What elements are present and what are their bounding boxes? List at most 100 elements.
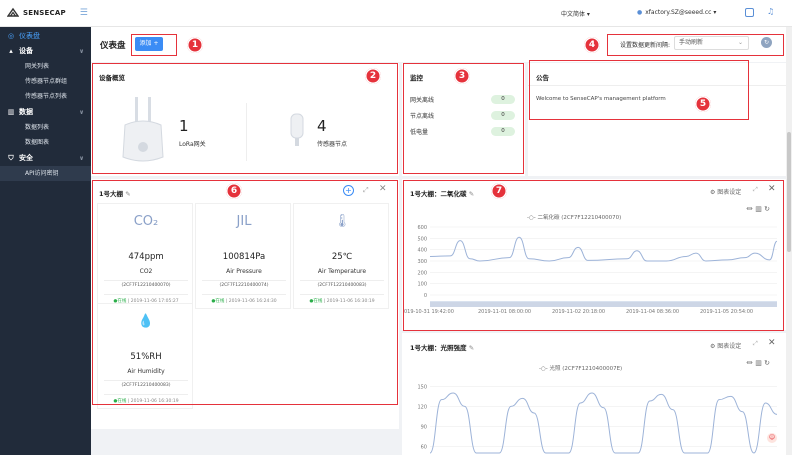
y-tick-label: 120 bbox=[417, 404, 427, 410]
co2-icon: CO₂ bbox=[133, 214, 159, 229]
sidebar-group-security[interactable]: ⛉ 安全 ∨ bbox=[0, 150, 91, 166]
monitor-label: 网关离线 bbox=[410, 97, 435, 104]
y-tick-label: 500 bbox=[417, 236, 427, 242]
expand-icon[interactable]: ⤢ bbox=[753, 340, 758, 348]
y-tick-label: 300 bbox=[417, 259, 427, 265]
sensor-device-id: (2CF7F12210400074) bbox=[219, 283, 269, 288]
widget-title-text: 1号大棚 bbox=[99, 190, 124, 198]
sidebar-group-label: 安全 bbox=[19, 154, 33, 162]
chart-legend[interactable]: -○- 二氧化碳 (2CF7F12210400070) bbox=[527, 213, 621, 221]
light-line-chart: 60 90 120 150 bbox=[417, 384, 778, 454]
bell-icon[interactable]: ♫ bbox=[767, 7, 774, 16]
thermometer-icon: 🌡 bbox=[333, 214, 351, 229]
light-chart-card: 1号大棚：光照强度 ✎ ⚙ 图表设定 ⤢ ✕ -○- 光照 (2CF7F1210… bbox=[402, 333, 786, 455]
edit-icon[interactable]: ✎ bbox=[469, 344, 474, 352]
page-scrollbar-thumb[interactable] bbox=[787, 132, 791, 252]
user-menu[interactable]: ● xfactory.SZ@seeed.cc ▾ bbox=[637, 9, 716, 16]
sensor-status: ●在线 | 2019-11-06 16:24:30 bbox=[211, 299, 277, 304]
monitor-count-badge: 0 bbox=[491, 111, 515, 120]
sensecap-logo-icon bbox=[7, 7, 19, 17]
refresh-interval-select[interactable]: 手动刷新 ⌄ bbox=[674, 36, 749, 50]
close-icon[interactable]: ✕ bbox=[768, 338, 776, 348]
sensor-device-id: (2CF7F12210400083) bbox=[317, 283, 367, 288]
tile-divider bbox=[104, 394, 188, 395]
annotation-badge-1: 1 bbox=[187, 37, 203, 53]
sidebar-item-data-list[interactable]: 数据列表 bbox=[0, 120, 91, 135]
expand-icon[interactable]: ⤢ bbox=[753, 186, 758, 194]
co2-line-chart: 0 100 200 300 400 500 600 019-10-31 19:42:00 201… bbox=[404, 225, 778, 315]
hamburger-icon[interactable]: ☰ bbox=[80, 8, 88, 18]
sidebar-item-dashboard[interactable]: ◎ 仪表盘 bbox=[0, 29, 91, 43]
sidebar-group-devices[interactable]: ▴ 设备 ∨ bbox=[0, 43, 91, 59]
sensor-name: Air Temperature bbox=[317, 268, 367, 275]
pressure-icon: JIL bbox=[236, 214, 252, 229]
close-icon[interactable]: ✕ bbox=[379, 184, 387, 194]
edit-icon[interactable]: ✎ bbox=[125, 190, 130, 198]
update-time: 2019-11-06 16:30:19 bbox=[130, 399, 179, 404]
sidebar-group-data[interactable]: ▥ 数据 ∨ bbox=[0, 104, 91, 120]
sensor-status: ●在线 | 2019-11-06 16:30:19 bbox=[113, 399, 179, 404]
sidebar-item-gateway-list[interactable]: 网关列表 bbox=[0, 59, 91, 74]
message-icon[interactable] bbox=[745, 8, 754, 17]
sensor-node-label: 传感器节点 bbox=[317, 141, 348, 148]
annotation-badge-5: 5 bbox=[695, 96, 711, 112]
refresh-interval-label: 设置数据更新间隔: bbox=[620, 42, 671, 49]
sensor-tile-co2[interactable]: CO₂ 474ppm CO2 (2CF7F12210400070) ●在线 | … bbox=[97, 203, 193, 309]
x-tick-label: 2019-11-02 20:18:00 bbox=[552, 309, 605, 315]
notice-card: 公告 Welcome to SenseCAP's management plat… bbox=[528, 63, 786, 176]
gateway-count: 1 bbox=[179, 117, 189, 135]
monitor-label: 节点离线 bbox=[410, 113, 435, 120]
chart-legend[interactable]: -○- 光照 (2CF7F1210400007E) bbox=[539, 364, 622, 372]
monitor-row-node-offline[interactable]: 节点离线 0 bbox=[410, 111, 515, 122]
sensor-name: CO2 bbox=[139, 268, 153, 275]
sensor-node-icon bbox=[290, 113, 304, 146]
chart-toolbox-icons[interactable]: ⏛ ▥ ↻ bbox=[746, 358, 770, 368]
sensor-tile-pressure[interactable]: JIL 100814Pa Air Pressure (2CF7F12210400… bbox=[195, 203, 291, 309]
logo-text: SENSECAP bbox=[23, 9, 66, 17]
widget-title-text: 1号大棚：二氧化碳 bbox=[410, 190, 467, 198]
tile-divider bbox=[104, 380, 188, 381]
tile-divider bbox=[202, 280, 286, 281]
device-overview-card: 设备概览 1 LoRa网关 4 传感器节点 bbox=[91, 63, 399, 176]
gateway-device-icon bbox=[122, 97, 164, 162]
sidebar-item-data-chart[interactable]: 数据图表 bbox=[0, 135, 91, 150]
online-status: ●在线 bbox=[113, 399, 127, 404]
monitor-row-gateway-offline[interactable]: 网关离线 0 bbox=[410, 95, 515, 106]
refresh-icon[interactable]: ↻ bbox=[761, 37, 772, 48]
co2-chart-card: 1号大棚：二氧化碳 ✎ ⚙ 图表设定 ⤢ ✕ -○- 二氧化碳 (2CF7F12… bbox=[402, 179, 786, 330]
expand-icon[interactable]: ⤢ bbox=[363, 186, 369, 195]
add-widget-button[interactable]: 添加 + bbox=[135, 37, 163, 51]
monitor-row-low-battery[interactable]: 低电量 0 bbox=[410, 127, 515, 138]
feedback-icon[interactable]: ☺ bbox=[767, 433, 777, 443]
update-time: 2019-11-06 16:30:19 bbox=[326, 299, 375, 304]
sensor-status: ●在线 | 2019-11-06 16:30:19 bbox=[309, 299, 375, 304]
sensor-widget-card: 1号大棚 ✎ + ⤢ ✕ CO₂ 474ppm CO2 (2CF7F122104… bbox=[91, 179, 399, 429]
chart-settings-button[interactable]: ⚙ 图表设定 bbox=[710, 187, 741, 196]
sidebar-item-node-list[interactable]: 传感器节点列表 bbox=[0, 89, 91, 104]
sensor-tile-humidity[interactable]: 💧 51%RH Air Humidity (2CF7F12210400083) … bbox=[97, 303, 193, 409]
annotation-badge-2: 2 bbox=[365, 68, 381, 84]
x-tick-label: 2019-11-01 08:00:00 bbox=[478, 309, 531, 315]
language-select[interactable]: 中文简体 ▾ bbox=[561, 9, 590, 18]
y-tick-label: 60 bbox=[421, 444, 427, 450]
close-icon[interactable]: ✕ bbox=[768, 184, 776, 194]
sidebar-item-api-keys[interactable]: API访问密钥 bbox=[0, 166, 91, 181]
page-title: 仪表盘 bbox=[100, 41, 126, 51]
edit-icon[interactable]: ✎ bbox=[469, 190, 474, 198]
gateway-label: LoRa网关 bbox=[179, 141, 206, 148]
update-time: 2019-11-06 16:24:30 bbox=[228, 299, 277, 304]
sensor-tile-temperature[interactable]: 🌡 25℃ Air Temperature (2CF7F12210400083)… bbox=[293, 203, 389, 309]
add-sensor-icon[interactable]: + bbox=[343, 185, 354, 196]
chart-settings-button[interactable]: ⚙ 图表设定 bbox=[710, 341, 741, 350]
widget-title-text: 1号大棚：光照强度 bbox=[410, 344, 467, 352]
chart-toolbox-icons[interactable]: ⏛ ▥ ↻ bbox=[746, 204, 770, 214]
logo-bar: SENSECAP ☰ bbox=[0, 0, 115, 27]
sensor-device-id: (2CF7F12210400070) bbox=[121, 283, 171, 288]
sidebar-item-node-groups[interactable]: 传感器节点群组 bbox=[0, 74, 91, 89]
widget-title: 1号大棚：二氧化碳 ✎ bbox=[410, 188, 474, 198]
sidebar-group-label: 数据 bbox=[19, 108, 33, 116]
y-tick-label: 150 bbox=[417, 384, 427, 390]
chevron-down-icon: ∨ bbox=[79, 108, 84, 116]
sensor-value: 51%RH bbox=[130, 352, 162, 362]
sensor-value: 25℃ bbox=[331, 252, 353, 262]
